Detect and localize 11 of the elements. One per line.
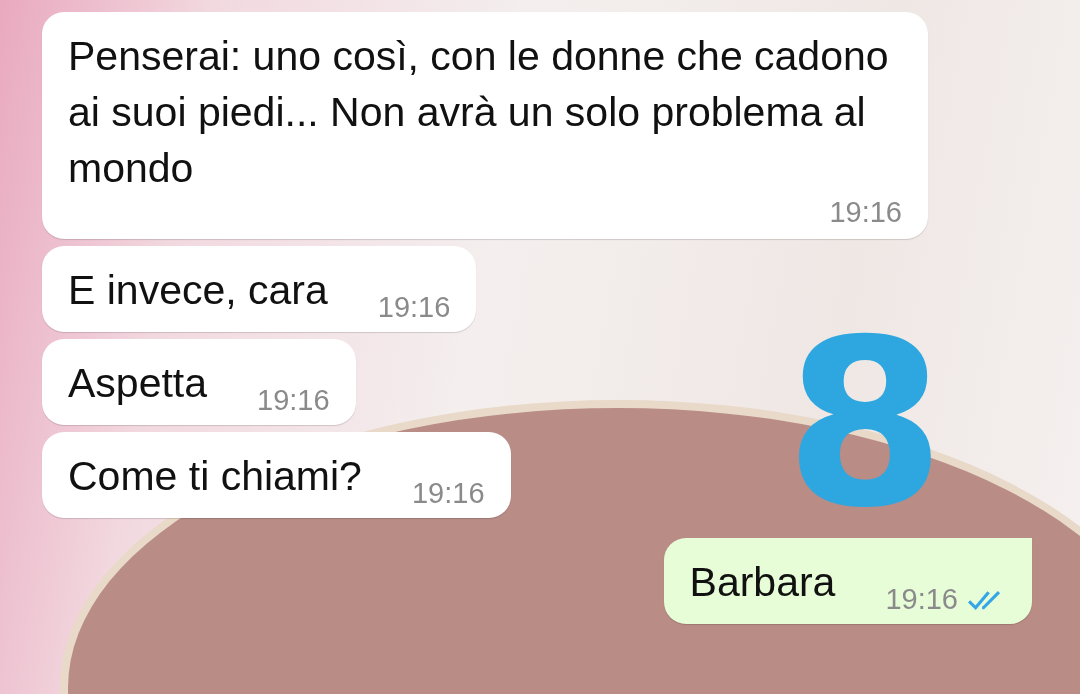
message-text: E invece, cara: [68, 266, 328, 315]
message-text: Aspetta: [68, 359, 208, 408]
hand-drawn-number: 8: [785, 330, 946, 520]
message-time: 19:16: [377, 291, 451, 324]
message-time: 19:16: [829, 196, 902, 229]
message-time: 19:16: [411, 477, 485, 510]
message-time: 19:16: [885, 583, 958, 616]
message-text: Barbara: [689, 558, 836, 607]
message-time: 19:16: [257, 384, 330, 417]
message-text: Penserai: uno così, con le donne che cadono ai suoi piedi... Non avrà un solo problema al mondo: [68, 32, 890, 193]
message-text: Come ti chiami?: [68, 452, 362, 501]
